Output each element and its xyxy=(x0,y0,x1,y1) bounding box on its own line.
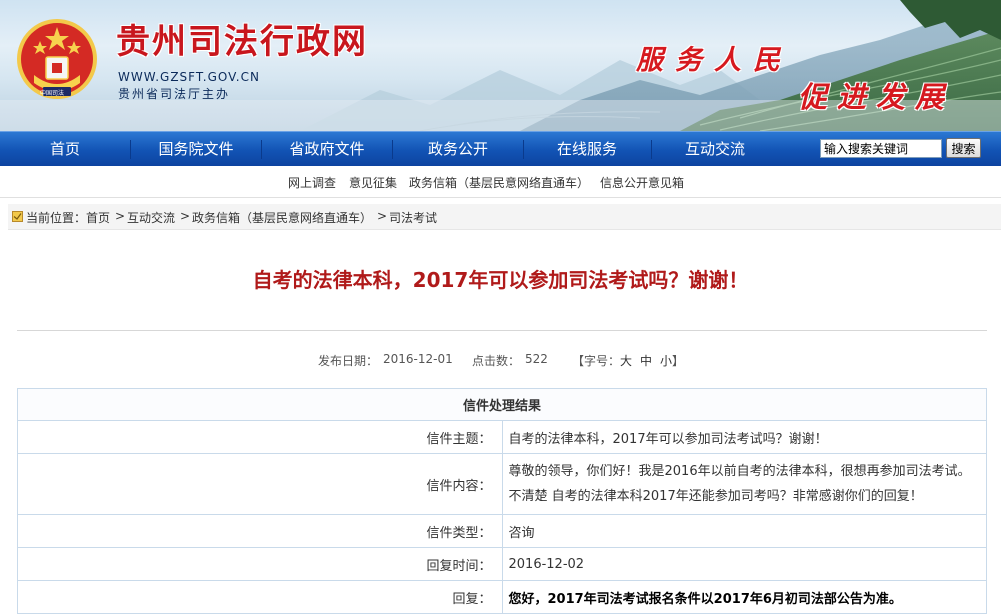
nav-item-online-service[interactable]: 在线服务 xyxy=(524,132,650,167)
subnav-opinion-collection[interactable]: 意见征集 xyxy=(349,174,397,191)
nav-item-home[interactable]: 首页 xyxy=(0,132,130,167)
site-host: 贵州省司法厅主办 xyxy=(118,87,231,101)
clicks-label: 点击数： xyxy=(472,354,521,368)
emblem-caption: 中国司法 xyxy=(40,90,65,97)
row-value-content: 尊敬的领导，你们好！我是2016年以前自考的法律本科，很想再参加司法考试。不清楚… xyxy=(501,453,987,515)
article-title: 自考的法律本科，2017年可以参加司法考试吗？谢谢！ xyxy=(252,268,749,292)
subnav-gov-mailbox[interactable]: 政务信箱（基层民意网络直通车） xyxy=(409,174,589,191)
sub-nav: 网上调查 意见征集 政务信箱（基层民意网络直通车） 信息公开意见箱 xyxy=(0,166,1001,198)
breadcrumb-separator: > xyxy=(377,209,388,223)
title-divider xyxy=(17,330,987,331)
subnav-online-survey[interactable]: 网上调查 xyxy=(288,174,336,191)
location-pin-icon xyxy=(12,211,23,222)
breadcrumb-interaction[interactable]: 互动交流 xyxy=(127,209,175,226)
search-input[interactable] xyxy=(820,139,942,158)
search-button[interactable]: 搜索 xyxy=(946,138,981,158)
breadcrumb-gov-mailbox[interactable]: 政务信箱（基层民意网络直通车） xyxy=(192,209,372,226)
row-label-reply: 回复： xyxy=(17,580,503,614)
breadcrumb-judicial-exam[interactable]: 司法考试 xyxy=(389,209,437,226)
font-size-label: 【字号： xyxy=(572,354,621,368)
row-value-subject: 自考的法律本科，2017年可以参加司法考试吗？谢谢！ xyxy=(501,420,987,454)
publish-date: 2016-12-01 xyxy=(383,352,453,366)
row-label-subject: 信件主题： xyxy=(17,420,503,454)
site-url: WWW.GZSFT.GOV.CN xyxy=(118,70,260,84)
clicks-count: 522 xyxy=(525,352,548,366)
publish-date-label: 发布日期： xyxy=(318,354,379,368)
slogan-promote-development: 促进发展 xyxy=(798,80,955,114)
row-label-reply-time: 回复时间： xyxy=(17,547,503,581)
breadcrumb-home[interactable]: 首页 xyxy=(86,209,110,226)
table-header: 信件处理结果 xyxy=(17,388,987,421)
table-row: 信件内容： 尊敬的领导，你们好！我是2016年以前自考的法律本科，很想再参加司法… xyxy=(17,453,987,515)
row-label-content: 信件内容： xyxy=(17,453,503,515)
row-value-reply-time: 2016-12-02 xyxy=(501,547,987,581)
font-size-small[interactable]: 小 xyxy=(660,352,672,369)
breadcrumb-separator: > xyxy=(180,209,191,223)
nav-item-provincial-gov[interactable]: 省政府文件 xyxy=(262,132,392,167)
nav-item-gov-affairs[interactable]: 政务公开 xyxy=(393,132,523,167)
font-size-close: 】 xyxy=(672,354,685,368)
font-size-large[interactable]: 大 xyxy=(620,352,632,369)
site-banner: 中国司法 贵州司法行政网 WWW.GZSFT.GOV.CN 贵州省司法厅主办 服… xyxy=(0,0,1001,131)
breadcrumb-separator: > xyxy=(115,209,126,223)
subnav-info-disclosure-box[interactable]: 信息公开意见箱 xyxy=(600,174,684,191)
nav-item-state-council[interactable]: 国务院文件 xyxy=(131,132,261,167)
table-header-row: 信件处理结果 xyxy=(17,388,987,421)
breadcrumb: 当前位置： 首页 > 互动交流 > 政务信箱（基层民意网络直通车） > 司法考试 xyxy=(8,204,1001,230)
breadcrumb-label: 当前位置： xyxy=(26,211,87,225)
font-size-medium[interactable]: 中 xyxy=(640,352,652,369)
table-row: 回复： 您好，2017年司法考试报名条件以2017年6月初司法部公告为准。 xyxy=(17,580,987,614)
letter-result-table: 信件处理结果 信件主题： 自考的法律本科，2017年可以参加司法考试吗？谢谢！ … xyxy=(17,388,987,614)
row-value-type: 咨询 xyxy=(501,514,987,548)
table-row: 信件主题： 自考的法律本科，2017年可以参加司法考试吗？谢谢！ xyxy=(17,420,987,454)
row-value-reply: 您好，2017年司法考试报名条件以2017年6月初司法部公告为准。 xyxy=(501,580,987,614)
table-row: 回复时间： 2016-12-02 xyxy=(17,547,987,581)
main-nav: 首页 国务院文件 省政府文件 政务公开 在线服务 互动交流 搜索 xyxy=(0,131,1001,166)
row-label-type: 信件类型： xyxy=(17,514,503,548)
nav-item-interaction[interactable]: 互动交流 xyxy=(652,132,778,167)
slogan-serve-people: 服务人民 xyxy=(636,45,792,76)
table-row: 信件类型： 咨询 xyxy=(17,514,987,548)
site-title: 贵州司法行政网 xyxy=(116,22,368,62)
